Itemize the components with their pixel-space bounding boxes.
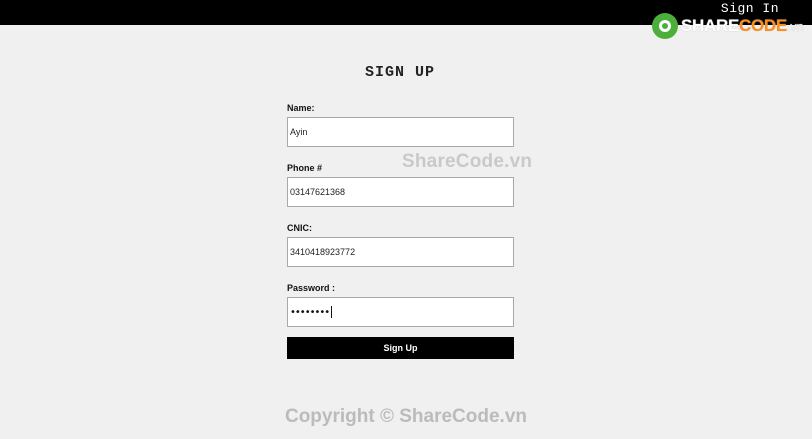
- signup-form: Name: Ayin Phone # 03147621368 CNIC: 341…: [287, 103, 514, 359]
- cnic-input[interactable]: 3410418923772: [287, 237, 514, 267]
- text-caret: [331, 306, 333, 318]
- copyright-footer: Copyright © ShareCode.vn: [284, 406, 528, 427]
- password-input[interactable]: ••••••••: [287, 297, 514, 327]
- password-mask: ••••••••: [290, 306, 330, 318]
- password-label: Password :: [287, 283, 336, 293]
- sharecode-logo-icon: [652, 13, 678, 39]
- watermark-text: ShareCode.vn: [402, 151, 533, 172]
- cnic-field-group: CNIC: 3410418923772: [287, 223, 514, 267]
- cnic-label: CNIC:: [287, 223, 312, 233]
- name-field-group: Name: Ayin: [287, 103, 514, 147]
- page-title: SIGN UP: [364, 64, 435, 81]
- sharecode-logo-text: SHARECODE.vn: [681, 16, 804, 35]
- name-input[interactable]: Ayin: [287, 117, 514, 147]
- name-label: Name:: [287, 103, 315, 113]
- phone-input[interactable]: 03147621368: [287, 177, 514, 207]
- sharecode-logo: SHARECODE.vn: [652, 12, 804, 40]
- password-field-group: Password : ••••••••: [287, 283, 514, 327]
- sign-up-button[interactable]: Sign Up: [287, 337, 514, 359]
